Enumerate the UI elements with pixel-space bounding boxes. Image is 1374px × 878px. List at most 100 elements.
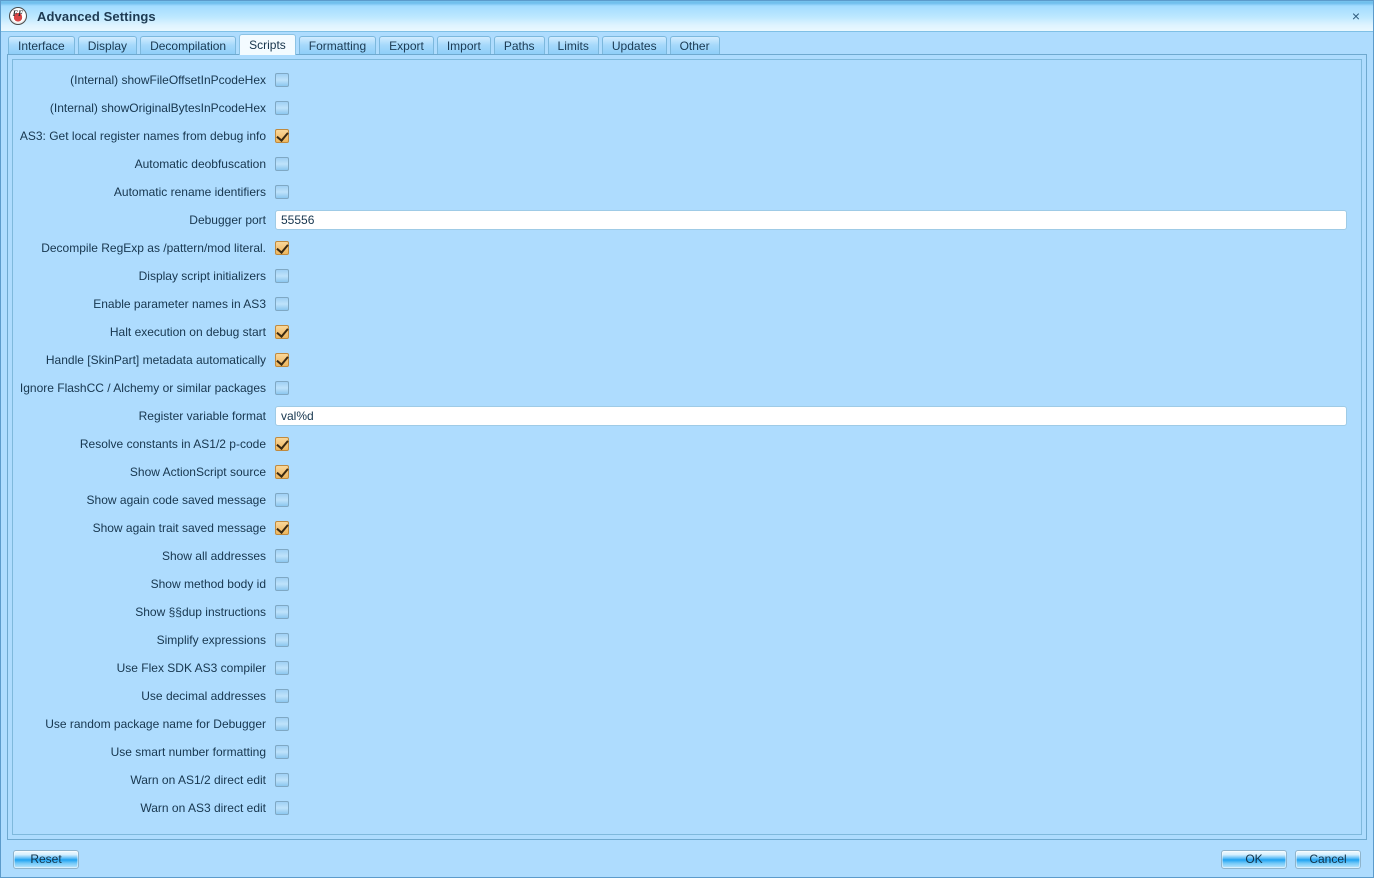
- setting-label: Use Flex SDK AS3 compiler: [13, 661, 275, 675]
- setting-label: Handle [SkinPart] metadata automatically: [13, 353, 275, 367]
- tab-scripts[interactable]: Scripts: [239, 34, 296, 55]
- setting-control: [275, 521, 1361, 535]
- setting-row: Use decimal addresses: [13, 682, 1361, 710]
- tab-updates[interactable]: Updates: [602, 36, 667, 55]
- setting-control: [275, 493, 1361, 507]
- text-input[interactable]: [275, 406, 1347, 426]
- tab-display[interactable]: Display: [78, 36, 137, 55]
- window-title: Advanced Settings: [37, 9, 156, 24]
- dialog-button-bar: Reset OK Cancel: [1, 841, 1373, 877]
- checkbox-checked[interactable]: [275, 241, 289, 255]
- tab-export[interactable]: Export: [379, 36, 434, 55]
- settings-panel: (Internal) showFileOffsetInPcodeHex (Inte…: [7, 54, 1367, 840]
- setting-row: Enable parameter names in AS3: [13, 290, 1361, 318]
- setting-row: Display script initializers: [13, 262, 1361, 290]
- checkbox-unchecked[interactable]: [275, 101, 289, 115]
- checkbox-unchecked[interactable]: [275, 661, 289, 675]
- setting-label: (Internal) showOriginalBytesInPcodeHex: [13, 101, 275, 115]
- setting-row: AS3: Get local register names from debug…: [13, 122, 1361, 150]
- tab-other[interactable]: Other: [670, 36, 720, 55]
- checkbox-unchecked[interactable]: [275, 717, 289, 731]
- setting-row: (Internal) showOriginalBytesInPcodeHex: [13, 94, 1361, 122]
- setting-label: Show all addresses: [13, 549, 275, 563]
- tab-limits[interactable]: Limits: [548, 36, 599, 55]
- setting-row: Resolve constants in AS1/2 p-code: [13, 430, 1361, 458]
- ffdec-logo-icon: [9, 7, 27, 25]
- checkbox-unchecked[interactable]: [275, 549, 289, 563]
- setting-control: [275, 717, 1361, 731]
- checkbox-unchecked[interactable]: [275, 801, 289, 815]
- checkbox-unchecked[interactable]: [275, 297, 289, 311]
- setting-row: Use random package name for Debugger: [13, 710, 1361, 738]
- cancel-button[interactable]: Cancel: [1295, 850, 1361, 869]
- setting-row: Automatic rename identifiers: [13, 178, 1361, 206]
- checkbox-checked[interactable]: [275, 521, 289, 535]
- setting-control: [275, 353, 1361, 367]
- advanced-settings-window: Advanced Settings × InterfaceDisplayDeco…: [0, 0, 1374, 878]
- setting-row: Debugger port: [13, 206, 1361, 234]
- checkbox-checked[interactable]: [275, 353, 289, 367]
- setting-row: Register variable format: [13, 402, 1361, 430]
- setting-row: Ignore FlashCC / Alchemy or similar pack…: [13, 374, 1361, 402]
- setting-label: Use smart number formatting: [13, 745, 275, 759]
- setting-row: Handle [SkinPart] metadata automatically: [13, 346, 1361, 374]
- tab-decompilation[interactable]: Decompilation: [140, 36, 236, 55]
- checkbox-unchecked[interactable]: [275, 493, 289, 507]
- text-input[interactable]: [275, 210, 1347, 230]
- checkbox-checked[interactable]: [275, 437, 289, 451]
- setting-control: [275, 773, 1361, 787]
- setting-control: [275, 465, 1361, 479]
- setting-label: Automatic deobfuscation: [13, 157, 275, 171]
- setting-control: [275, 269, 1361, 283]
- checkbox-checked[interactable]: [275, 465, 289, 479]
- checkbox-unchecked[interactable]: [275, 605, 289, 619]
- checkbox-unchecked[interactable]: [275, 633, 289, 647]
- tab-import[interactable]: Import: [437, 36, 491, 55]
- setting-control: [275, 549, 1361, 563]
- setting-control: [275, 605, 1361, 619]
- title-bar: Advanced Settings ×: [1, 1, 1373, 32]
- checkbox-unchecked[interactable]: [275, 773, 289, 787]
- close-icon[interactable]: ×: [1345, 5, 1367, 27]
- setting-label: Halt execution on debug start: [13, 325, 275, 339]
- setting-row: Show method body id: [13, 570, 1361, 598]
- setting-label: Show again code saved message: [13, 493, 275, 507]
- checkbox-unchecked[interactable]: [275, 185, 289, 199]
- setting-label: Warn on AS3 direct edit: [13, 801, 275, 815]
- setting-control: [275, 406, 1361, 426]
- setting-label: Debugger port: [13, 213, 275, 227]
- ok-button[interactable]: OK: [1221, 850, 1287, 869]
- setting-row: Show again code saved message: [13, 486, 1361, 514]
- setting-control: [275, 157, 1361, 171]
- setting-control: [275, 633, 1361, 647]
- setting-row: Automatic deobfuscation: [13, 150, 1361, 178]
- setting-control: [275, 325, 1361, 339]
- checkbox-unchecked[interactable]: [275, 73, 289, 87]
- checkbox-unchecked[interactable]: [275, 577, 289, 591]
- setting-label: Use random package name for Debugger: [13, 717, 275, 731]
- checkbox-unchecked[interactable]: [275, 269, 289, 283]
- setting-label: Warn on AS1/2 direct edit: [13, 773, 275, 787]
- checkbox-unchecked[interactable]: [275, 745, 289, 759]
- setting-row: Warn on AS3 direct edit: [13, 794, 1361, 822]
- checkbox-unchecked[interactable]: [275, 381, 289, 395]
- setting-control: [275, 577, 1361, 591]
- checkbox-unchecked[interactable]: [275, 157, 289, 171]
- tab-formatting[interactable]: Formatting: [299, 36, 376, 55]
- setting-row: Use smart number formatting: [13, 738, 1361, 766]
- setting-label: AS3: Get local register names from debug…: [13, 129, 275, 143]
- setting-label: Automatic rename identifiers: [13, 185, 275, 199]
- setting-label: (Internal) showFileOffsetInPcodeHex: [13, 73, 275, 87]
- tab-paths[interactable]: Paths: [494, 36, 545, 55]
- setting-control: [275, 297, 1361, 311]
- checkbox-checked[interactable]: [275, 129, 289, 143]
- setting-row: Decompile RegExp as /pattern/mod literal…: [13, 234, 1361, 262]
- tab-interface[interactable]: Interface: [8, 36, 75, 55]
- setting-control: [275, 241, 1361, 255]
- setting-row: (Internal) showFileOffsetInPcodeHex: [13, 66, 1361, 94]
- reset-button[interactable]: Reset: [13, 850, 79, 869]
- checkbox-unchecked[interactable]: [275, 689, 289, 703]
- settings-scroll-area: (Internal) showFileOffsetInPcodeHex (Inte…: [12, 59, 1362, 835]
- setting-control: [275, 437, 1361, 451]
- checkbox-checked[interactable]: [275, 325, 289, 339]
